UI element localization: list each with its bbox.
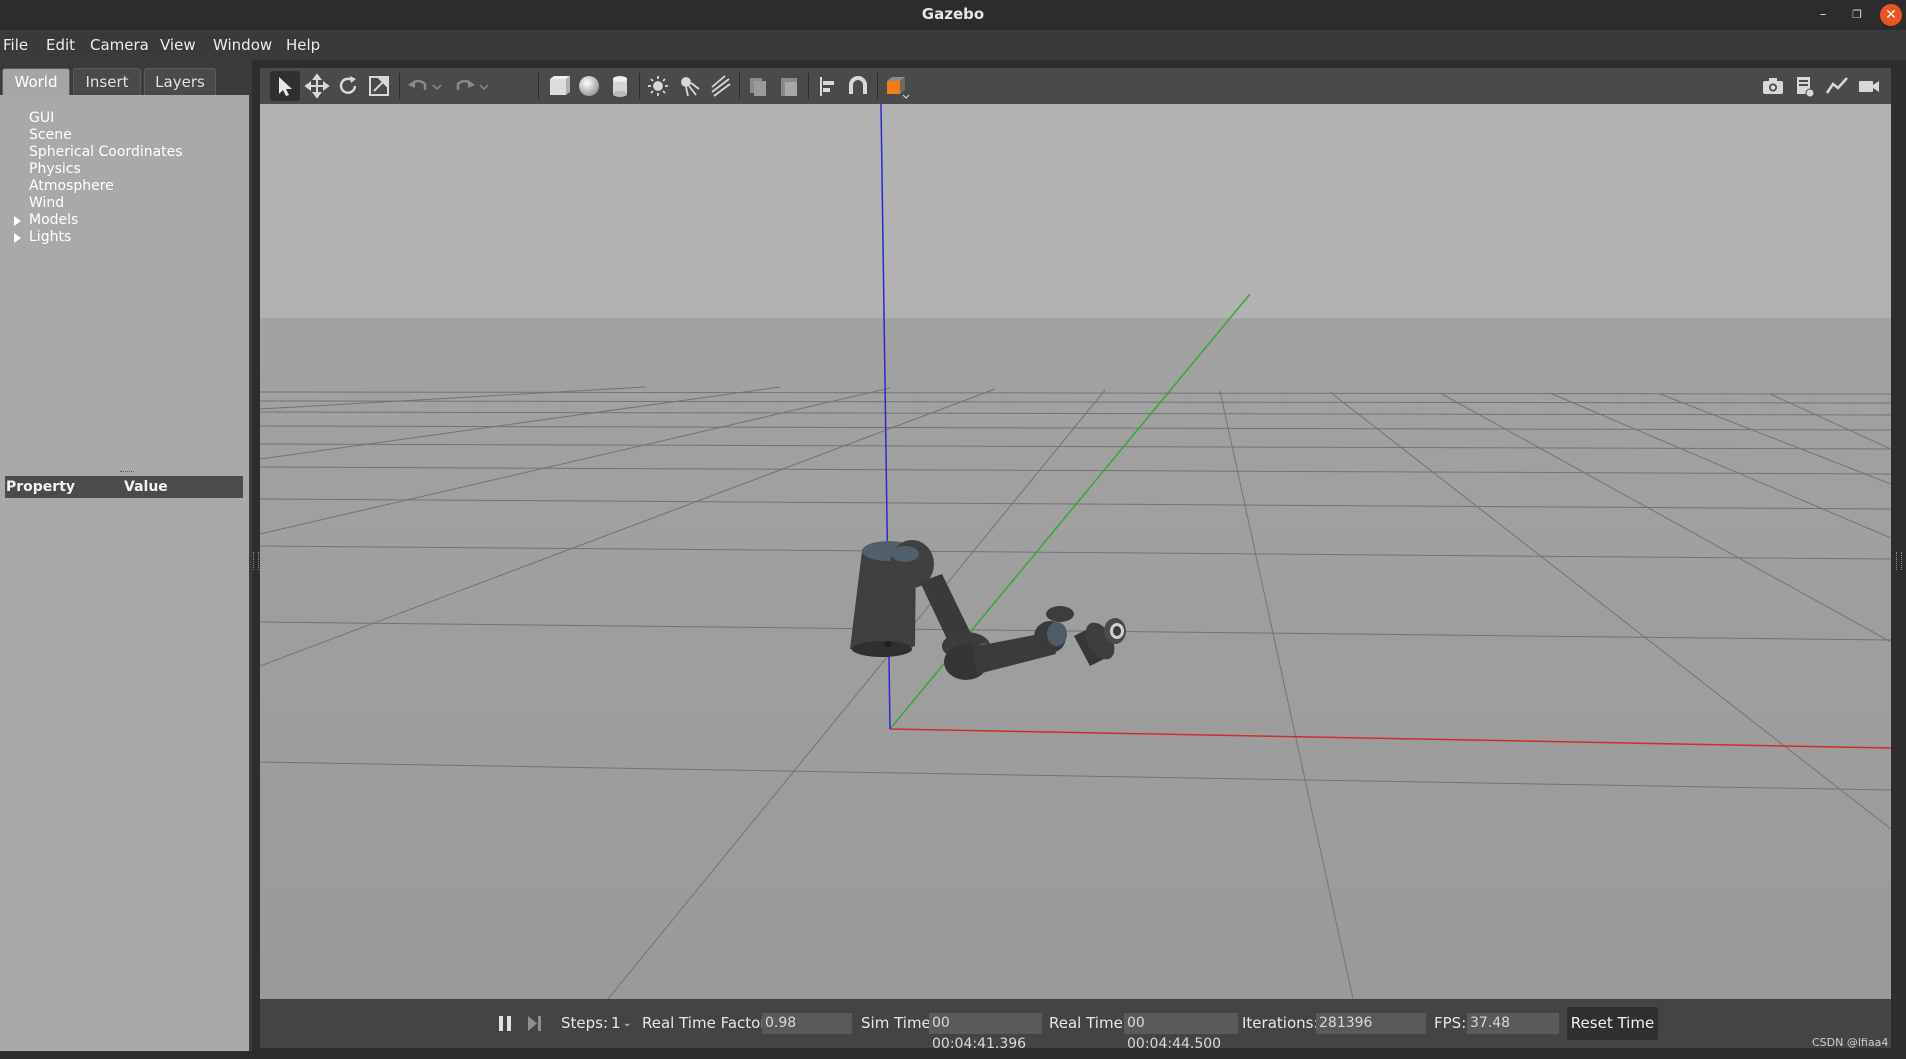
right-panel-resize-handle[interactable] [1896, 552, 1902, 570]
toolbar [260, 68, 1891, 104]
steps-label: Steps: [561, 1014, 609, 1032]
plot-icon[interactable] [1822, 71, 1852, 101]
sky [260, 104, 1891, 318]
left-panel-resize-handle[interactable] [253, 552, 259, 570]
simulation-status-bar: Steps: 1 ⌄ Real Time Factor: 0.98 Sim Ti… [260, 999, 1891, 1052]
scene-viewport[interactable] [260, 104, 1891, 999]
steps-value[interactable]: 1 [611, 999, 621, 1048]
expand-arrow-icon[interactable] [14, 233, 21, 243]
view-angle-icon[interactable] [881, 71, 911, 101]
maximize-button[interactable]: ❐ [1846, 4, 1868, 26]
world-tree: GUI Scene Spherical Coordinates Physics … [0, 95, 249, 465]
tree-item-wind[interactable]: Wind [29, 195, 64, 212]
screenshot-icon[interactable] [1758, 71, 1788, 101]
iterations-value: 281396 [1316, 1013, 1426, 1034]
tab-world[interactable]: World [2, 68, 70, 95]
window-title: Gazebo [921, 5, 985, 23]
tree-item-scene[interactable]: Scene [29, 127, 72, 144]
menu-window[interactable]: Window [213, 30, 272, 60]
rtf-label: Real Time Factor: [642, 1014, 772, 1032]
redo-dropdown-icon[interactable] [476, 71, 492, 101]
tree-item-gui[interactable]: GUI [29, 110, 54, 127]
real-time-value: 00 00:04:44.500 [1124, 1013, 1238, 1052]
scene-render[interactable] [260, 104, 1891, 999]
video-icon[interactable] [1854, 71, 1884, 101]
translate-icon[interactable] [302, 71, 332, 101]
iterations-label: Iterations: [1242, 1014, 1319, 1032]
left-panel: World Insert Layers GUI Scene Spherical … [0, 60, 252, 1051]
spot-light-icon[interactable] [674, 71, 704, 101]
sphere-icon[interactable] [574, 71, 604, 101]
rotate-icon[interactable] [333, 71, 363, 101]
column-property: Property [6, 479, 76, 495]
tab-insert[interactable]: Insert [73, 68, 141, 95]
tree-item-models[interactable]: Models [29, 212, 78, 229]
fps-label: FPS: [1434, 1014, 1467, 1032]
sim-time-value: 00 00:04:41.396 [929, 1013, 1042, 1052]
pause-icon[interactable] [490, 1008, 520, 1038]
fps-value: 37.48 [1467, 1013, 1559, 1034]
property-table-header: Property Value [5, 476, 243, 498]
cylinder-icon[interactable] [605, 71, 635, 101]
ground-plane [260, 318, 1891, 999]
reset-time-button[interactable]: Reset Time [1567, 1007, 1658, 1040]
menu-edit[interactable]: Edit [46, 30, 75, 60]
point-light-icon[interactable] [643, 71, 673, 101]
menu-view[interactable]: View [160, 30, 196, 60]
step-icon[interactable] [520, 1008, 550, 1038]
menu-help[interactable]: Help [286, 30, 320, 60]
log-icon[interactable] [1790, 71, 1820, 101]
steps-dropdown-icon[interactable]: ⌄ [623, 999, 631, 1048]
copy-icon[interactable] [743, 71, 773, 101]
menu-camera[interactable]: Camera [90, 30, 149, 60]
column-value: Value [124, 479, 168, 495]
undo-dropdown-icon[interactable] [429, 71, 445, 101]
scale-icon[interactable] [364, 71, 394, 101]
panel-splitter[interactable] [120, 471, 134, 474]
menu-file[interactable]: File [3, 30, 28, 60]
property-panel: Property Value [0, 465, 249, 1051]
tree-item-spherical-coordinates[interactable]: Spherical Coordinates [29, 144, 183, 161]
title-bar: Gazebo – ❐ ✕ [0, 0, 1906, 30]
box-icon[interactable] [543, 71, 573, 101]
menu-bar: File Edit Camera View Window Help [0, 30, 1906, 60]
real-time-label: Real Time: [1049, 1014, 1128, 1032]
align-icon[interactable] [813, 71, 843, 101]
snap-icon[interactable] [843, 71, 873, 101]
tab-layers[interactable]: Layers [144, 68, 216, 95]
directional-light-icon[interactable] [705, 71, 735, 101]
tree-item-atmosphere[interactable]: Atmosphere [29, 178, 114, 195]
expand-arrow-icon[interactable] [14, 216, 21, 226]
rtf-value: 0.98 [762, 1013, 852, 1034]
select-arrow-icon[interactable] [270, 71, 300, 101]
tree-item-lights[interactable]: Lights [29, 229, 71, 246]
watermark: CSDN @lfiaa4 [1812, 1036, 1889, 1049]
close-button[interactable]: ✕ [1880, 4, 1902, 26]
tree-item-physics[interactable]: Physics [29, 161, 81, 178]
minimize-button[interactable]: – [1812, 4, 1834, 26]
sim-time-label: Sim Time: [861, 1014, 936, 1032]
paste-icon[interactable] [774, 71, 804, 101]
